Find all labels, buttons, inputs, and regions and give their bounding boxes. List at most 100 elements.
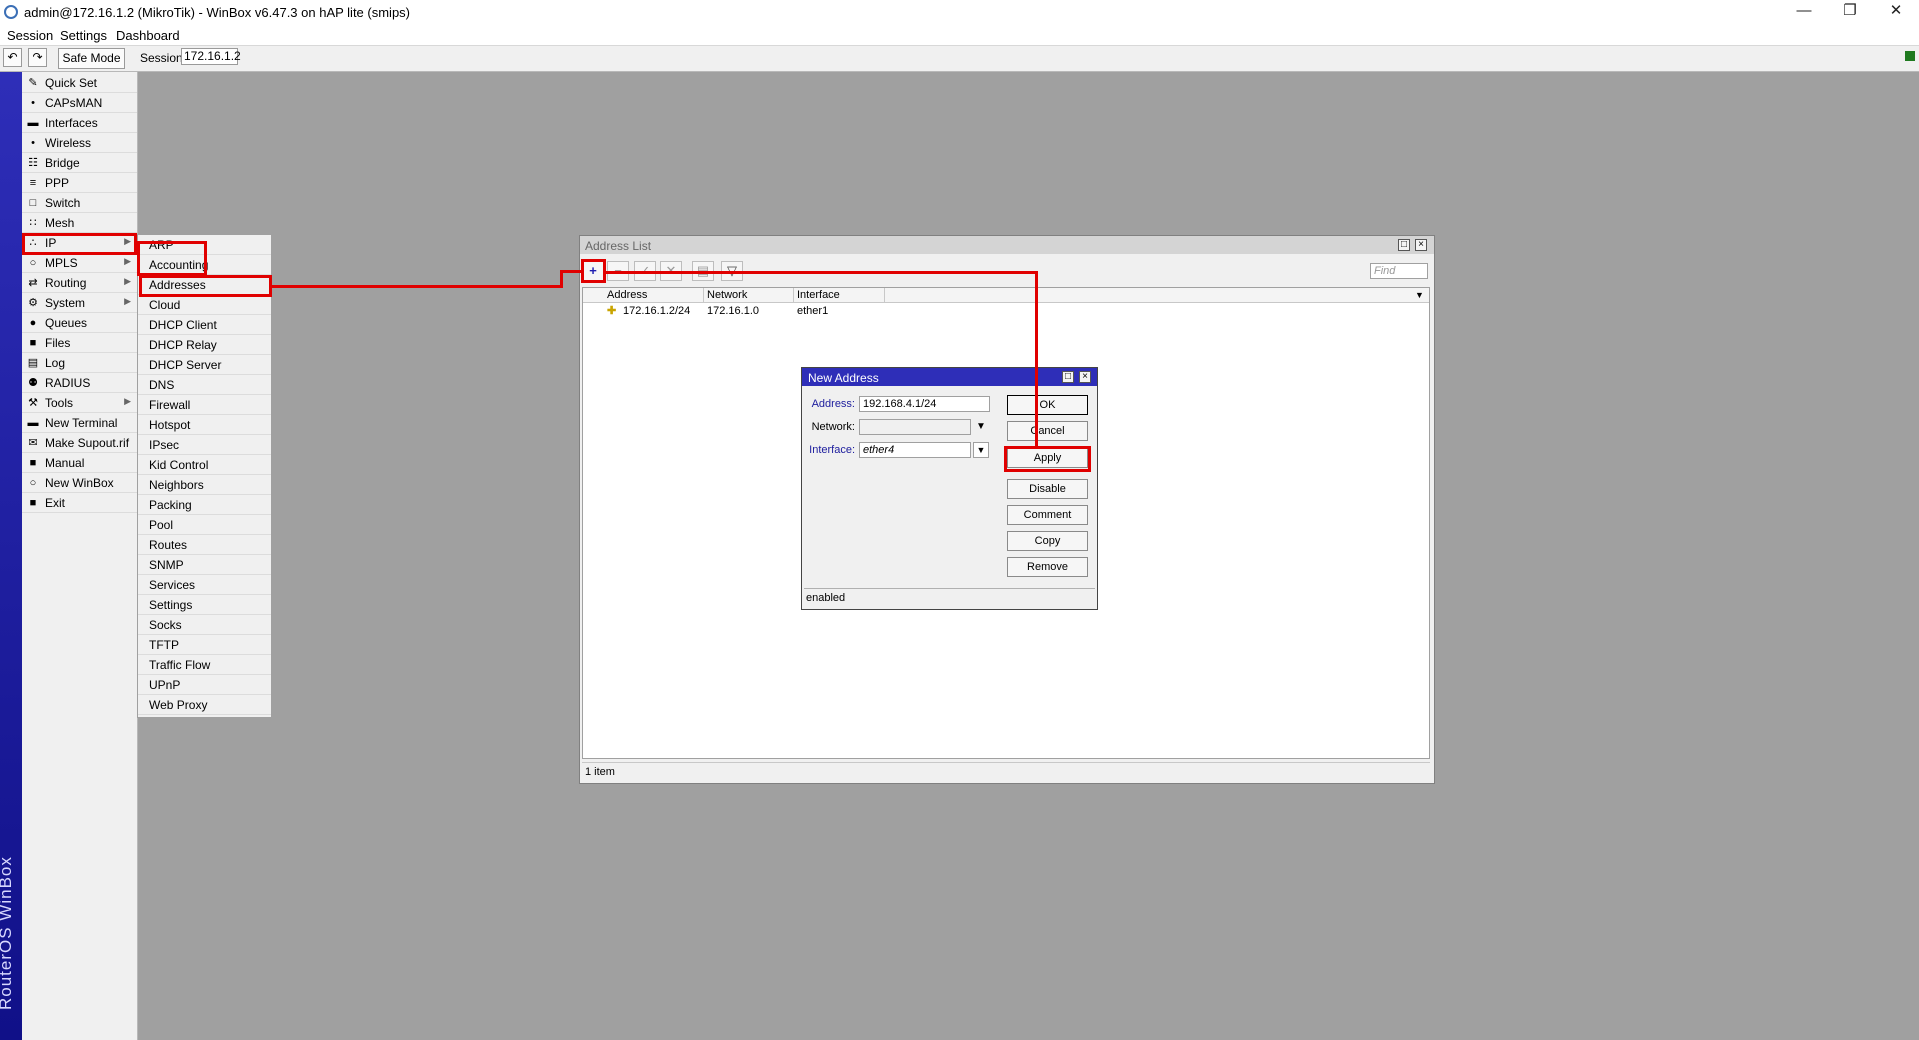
submenu-arrow-icon: ▶ (124, 396, 131, 406)
column-interface[interactable]: Interface (794, 288, 885, 303)
menu-item-icon: ⚉ (28, 377, 38, 389)
cell-address: 172.16.1.2/24 (623, 305, 691, 317)
sidebar-item-wireless[interactable]: • Wireless (22, 133, 137, 153)
sidebar-item-ppp[interactable]: ≡ PPP (22, 173, 137, 193)
sidebar-item-manual[interactable]: ■ Manual (22, 453, 137, 473)
ip-submenu-item-packing[interactable]: Packing (138, 495, 271, 515)
ip-submenu-item-traffic-flow[interactable]: Traffic Flow (138, 655, 271, 675)
menu-item-icon: • (31, 137, 35, 149)
submenu-arrow-icon: ▶ (124, 256, 131, 266)
undo-icon: ↶ (7, 50, 18, 64)
column-address[interactable]: Address (604, 288, 704, 303)
menu-dashboard[interactable]: Dashboard (116, 26, 180, 45)
sidebar-item-bridge[interactable]: ☷ Bridge (22, 153, 137, 173)
highlight-accounting (137, 241, 207, 276)
submenu-item-label: Socks (149, 618, 182, 632)
ip-submenu-item-hotspot[interactable]: Hotspot (138, 415, 271, 435)
sidebar-item-label: Wireless (45, 136, 92, 150)
sidebar-item-capsman[interactable]: • CAPsMAN (22, 93, 137, 113)
ip-submenu-item-dhcp-client[interactable]: DHCP Client (138, 315, 271, 335)
ip-submenu-item-socks[interactable]: Socks (138, 615, 271, 635)
safe-mode-button[interactable]: Safe Mode (58, 48, 125, 69)
ip-submenu-item-dhcp-relay[interactable]: DHCP Relay (138, 335, 271, 355)
sidebar-item-new-terminal[interactable]: ▬ New Terminal (22, 413, 137, 433)
submenu-item-label: Web Proxy (149, 698, 208, 712)
remove-button[interactable]: Remove (1007, 557, 1088, 577)
maximize-icon: □ (1400, 239, 1408, 250)
highlight-ip (22, 233, 137, 255)
sidebar-item-tools[interactable]: ⚒ Tools ▶ (22, 393, 137, 413)
menu-item-icon: • (31, 97, 35, 109)
copy-button[interactable]: Copy (1007, 531, 1088, 551)
redo-button[interactable]: ↷ (28, 48, 47, 67)
connection-status-indicator (1905, 51, 1915, 61)
address-list-title: Address List (585, 239, 652, 253)
ip-submenu-item-tftp[interactable]: TFTP (138, 635, 271, 655)
ip-submenu-item-pool[interactable]: Pool (138, 515, 271, 535)
submenu-item-label: Kid Control (149, 458, 209, 472)
ip-submenu-item-dhcp-server[interactable]: DHCP Server (138, 355, 271, 375)
column-network[interactable]: Network (704, 288, 794, 303)
sidebar-item-log[interactable]: ▤ Log (22, 353, 137, 373)
column-chooser-icon[interactable]: ▼ (1415, 290, 1424, 300)
address-input[interactable]: 192.168.4.1/24 (859, 396, 990, 412)
undo-button[interactable]: ↶ (3, 48, 22, 67)
submenu-item-label: Packing (149, 498, 192, 512)
dialog-close-button[interactable]: × (1079, 371, 1091, 383)
comment-button[interactable]: Comment (1007, 505, 1088, 525)
sidebar-item-queues[interactable]: ● Queues (22, 313, 137, 333)
sidebar-item-make-supout-rif[interactable]: ✉ Make Supout.rif (22, 433, 137, 453)
dialog-maximize-button[interactable]: □ (1062, 371, 1074, 383)
close-window-button[interactable]: × (1415, 239, 1427, 251)
cancel-button[interactable]: Cancel (1007, 421, 1088, 441)
sidebar-item-system[interactable]: ⚙ System ▶ (22, 293, 137, 313)
sidebar-item-interfaces[interactable]: ▬ Interfaces (22, 113, 137, 133)
sidebar-item-new-winbox[interactable]: ○ New WinBox (22, 473, 137, 493)
ip-submenu-item-web-proxy[interactable]: Web Proxy (138, 695, 271, 715)
session-label: Session: (140, 51, 187, 65)
ip-submenu-item-ipsec[interactable]: IPsec (138, 435, 271, 455)
sidebar-item-quick-set[interactable]: ✎ Quick Set (22, 73, 137, 93)
sidebar-item-label: Bridge (45, 156, 80, 170)
sidebar-item-label: Log (45, 356, 66, 370)
interface-dropdown-icon[interactable]: ▼ (973, 442, 989, 458)
ok-button[interactable]: OK (1007, 395, 1088, 415)
highlight-apply (1004, 446, 1091, 472)
ip-submenu-item-firewall[interactable]: Firewall (138, 395, 271, 415)
ip-submenu-item-upnp[interactable]: UPnP (138, 675, 271, 695)
sidebar-item-radius[interactable]: ⚉ RADIUS (22, 373, 137, 393)
menu-item-icon: ▬ (27, 417, 39, 429)
cell-interface: ether1 (797, 305, 829, 317)
ip-submenu-item-kid-control[interactable]: Kid Control (138, 455, 271, 475)
menu-item-icon: ⚙ (28, 297, 38, 309)
menu-settings[interactable]: Settings (60, 26, 107, 45)
maximize-window-button[interactable]: □ (1398, 239, 1410, 251)
ip-submenu-item-routes[interactable]: Routes (138, 535, 271, 555)
sidebar-item-mpls[interactable]: ○ MPLS ▶ (22, 253, 137, 273)
submenu-item-label: Settings (149, 598, 193, 612)
menu-session[interactable]: Session (7, 26, 53, 45)
find-input[interactable]: Find (1370, 263, 1428, 279)
ip-submenu-item-settings[interactable]: Settings (138, 595, 271, 615)
network-dropdown-icon[interactable]: ▼ (976, 421, 986, 432)
sidebar-item-routing[interactable]: ⇄ Routing ▶ (22, 273, 137, 293)
sidebar-item-files[interactable]: ■ Files (22, 333, 137, 353)
sidebar-item-mesh[interactable]: ∷ Mesh (22, 213, 137, 233)
ip-submenu-item-dns[interactable]: DNS (138, 375, 271, 395)
menu-item-icon: ⚒ (28, 397, 38, 409)
disable-button[interactable]: Disable (1007, 479, 1088, 499)
new-address-status: enabled (804, 588, 1095, 606)
menu-item-icon: ☷ (28, 157, 38, 169)
ip-submenu-item-neighbors[interactable]: Neighbors (138, 475, 271, 495)
minimize-button[interactable]: — (1781, 0, 1827, 26)
ip-submenu-item-services[interactable]: Services (138, 575, 271, 595)
sidebar-item-exit[interactable]: ■ Exit (22, 493, 137, 513)
restore-button[interactable]: ❐ (1827, 0, 1873, 26)
sidebar-item-switch[interactable]: □ Switch (22, 193, 137, 213)
close-button[interactable]: ✕ (1873, 0, 1919, 26)
ip-submenu-item-cloud[interactable]: Cloud (138, 295, 271, 315)
ip-submenu-item-snmp[interactable]: SNMP (138, 555, 271, 575)
interface-select[interactable]: ether4 (859, 442, 971, 458)
session-field[interactable]: 172.16.1.2 (181, 48, 241, 65)
network-input[interactable] (859, 419, 971, 435)
